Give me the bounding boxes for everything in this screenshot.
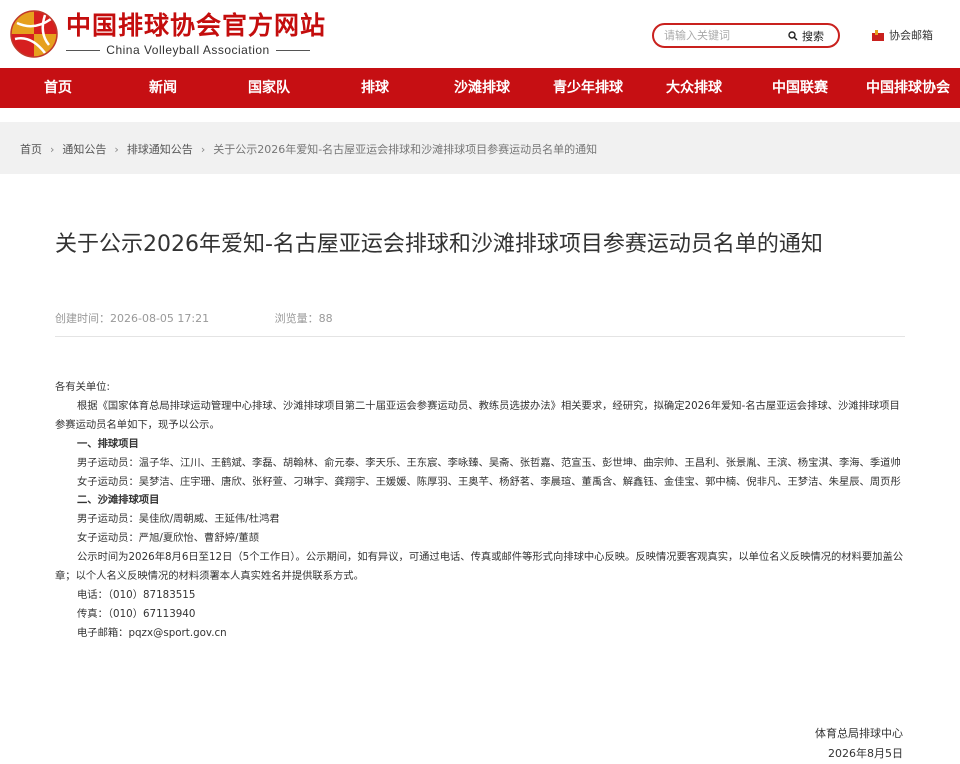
contact-email: 电子邮箱：pqzx@sport.gov.cn [77, 626, 227, 639]
breadcrumb-bar: 首页 › 通知公告 › 排球通知公告 › 关于公示2026年爱知-名古屋亚运会排… [0, 122, 960, 174]
beach-women-list: 女子运动员：严旭/夏欣怡、曹舒婷/董颉 [77, 532, 259, 545]
mailbox-icon [872, 29, 884, 41]
volleyball-men-list: 男子运动员：温子华、江川、王鹤斌、李磊、胡翰林、俞元泰、李天乐、王东宸、李咏臻、… [77, 456, 901, 469]
nav-item-mass-volleyball[interactable]: 大众排球 [666, 68, 722, 108]
section-heading-beach: 二、沙滩排球项目 [77, 494, 160, 507]
search-button[interactable]: 搜索 [788, 28, 824, 44]
divider [55, 336, 905, 337]
divider [275, 49, 310, 51]
nav-item-volleyball[interactable]: 排球 [361, 68, 389, 108]
intro-paragraph: 根据《国家体育总局排球运动管理中心排球、沙滩排球项目第二十届亚运会参赛运动员、教… [55, 399, 900, 431]
divider [66, 49, 101, 51]
nav-item-china-league[interactable]: 中国联赛 [772, 68, 828, 108]
chevron-right-icon: › [200, 142, 206, 156]
cva-logo-icon[interactable] [9, 9, 59, 59]
volleyball-women-list: 女子运动员：吴梦洁、庄宇珊、唐欣、张籽萱、刁琳宇、龚翔宇、王媛媛、陈厚羽、王奥芊… [77, 475, 901, 488]
section-heading-volleyball: 一、排球项目 [77, 437, 139, 450]
page-title: 关于公示2026年爱知-名古屋亚运会排球和沙滩排球项目参赛运动员名单的通知 [55, 232, 823, 257]
nav-item-cva[interactable]: 中国排球协会 [866, 68, 950, 108]
breadcrumb-home[interactable]: 首页 [20, 141, 42, 157]
breadcrumb-current: 关于公示2026年爱知-名古屋亚运会排球和沙滩排球项目参赛运动员名单的通知 [213, 143, 598, 156]
salutation: 各有关单位: [55, 381, 110, 393]
search-input[interactable] [664, 29, 782, 42]
nav-item-national-team[interactable]: 国家队 [248, 68, 290, 108]
signature: 体育总局排球中心 2026年8月5日 [815, 724, 903, 764]
search-box: 搜索 [652, 23, 840, 48]
signature-date: 2026年8月5日 [828, 747, 903, 760]
main-nav: 首页 新闻 国家队 排球 沙滩排球 青少年排球 大众排球 中国联赛 中国排球协会 [0, 68, 960, 108]
breadcrumb: 首页 › 通知公告 › 排球通知公告 › 关于公示2026年爱知-名古屋亚运会排… [20, 141, 597, 157]
mail-link-label: 协会邮箱 [889, 29, 933, 42]
notice-period-paragraph: 公示时间为2026年8月6日至12日（5个工作日）。公示期间，如有异议，可通过电… [55, 551, 904, 583]
created-time: 2026-08-05 17:21 [110, 312, 210, 325]
breadcrumb-volleyball-notices[interactable]: 排球通知公告 [127, 141, 193, 157]
beach-men-list: 男子运动员：吴佳欣/周朝威、王延伟/杜鸿君 [77, 513, 280, 526]
article-meta: 创建时间：2026-08-05 17:21 浏览量：88 [55, 310, 333, 326]
contact-fax: 传真：（010）67113940 [77, 607, 196, 620]
search-icon [788, 30, 798, 40]
signature-org: 体育总局排球中心 [815, 727, 903, 740]
mail-link[interactable]: 协会邮箱 [872, 27, 933, 43]
nav-item-home[interactable]: 首页 [44, 68, 72, 108]
search-button-label: 搜索 [802, 29, 824, 43]
contact-phone: 电话：（010）87183515 [77, 588, 196, 601]
site-subtitle-text: China Volleyball Association [106, 43, 270, 57]
breadcrumb-notices[interactable]: 通知公告 [62, 141, 106, 157]
created-label: 创建时间： [55, 312, 110, 325]
nav-item-youth-volleyball[interactable]: 青少年排球 [553, 68, 623, 108]
nav-item-beach-volleyball[interactable]: 沙滩排球 [454, 68, 510, 108]
article-body: 各有关单位: 根据《国家体育总局排球运动管理中心排球、沙滩排球项目第二十届亚运会… [55, 378, 905, 643]
site-title[interactable]: 中国排球协会官方网站 [66, 12, 326, 40]
chevron-right-icon: › [114, 142, 119, 156]
chevron-right-icon: › [50, 142, 55, 156]
site-header: 中国排球协会官方网站 China Volleyball Association … [0, 0, 960, 68]
views-label: 浏览量： [274, 312, 319, 325]
views-count: 88 [318, 312, 333, 325]
site-subtitle: China Volleyball Association [66, 42, 310, 58]
nav-item-news[interactable]: 新闻 [149, 68, 177, 108]
